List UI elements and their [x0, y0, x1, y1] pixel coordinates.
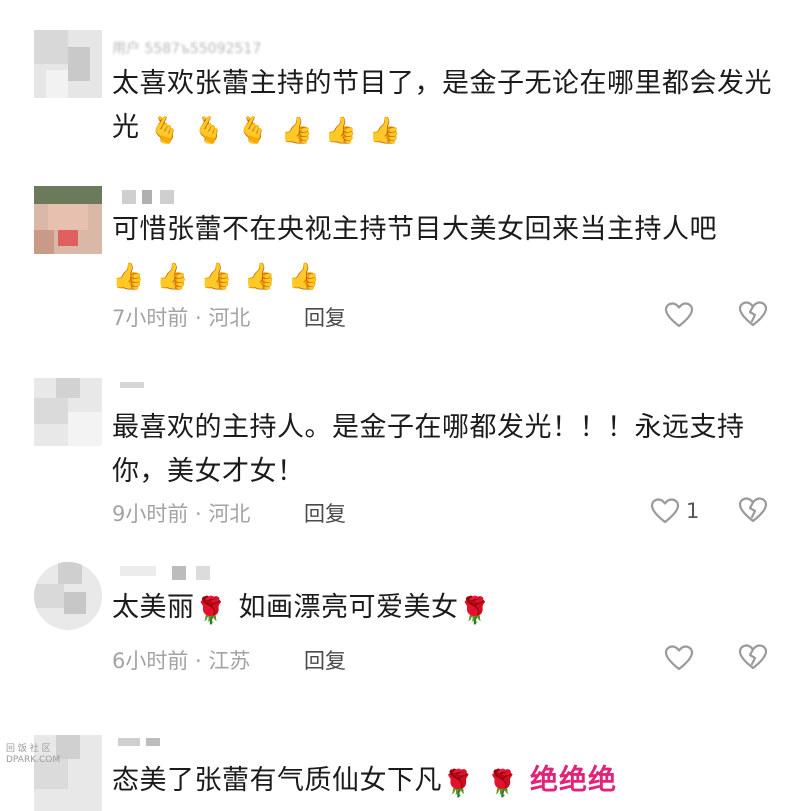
like-button[interactable]: 1	[650, 496, 710, 526]
highlight-text: 绝绝绝	[529, 763, 617, 796]
comment-text: 太喜欢张蕾主持的节目了，是金子无论在哪里都会发光 光 🫰 🫰 🫰 👍 👍 👍	[112, 68, 772, 146]
heart-outline-icon	[664, 645, 694, 671]
thumbs-up-icon: 👍	[368, 116, 402, 146]
comment-text: 态美了张蕾有气质仙女下凡🌹 🌹 绝绝绝	[112, 763, 617, 799]
comment-meta: 9小时前 · 河北	[112, 502, 251, 526]
comment-text: 最喜欢的主持人。是金子在哪都发光！！！永远支持你，美女才女！	[112, 412, 745, 487]
username[interactable]	[112, 738, 172, 758]
username[interactable]	[112, 566, 222, 586]
reply-button[interactable]: 回复	[304, 645, 346, 675]
watermark: 回 饭 社 区 DPARK.COM	[6, 744, 61, 765]
rose-icon: 🌹	[458, 596, 492, 626]
reply-button[interactable]: 回复	[304, 302, 346, 332]
broken-heart-icon	[738, 497, 768, 523]
like-button[interactable]	[664, 643, 724, 673]
dislike-button[interactable]	[738, 300, 770, 330]
thumbs-up-icon: 👍	[155, 262, 189, 292]
comment-meta: 7小时前 · 河北	[112, 306, 251, 330]
avatar[interactable]	[34, 186, 102, 254]
thumbs-up-icon: 👍	[287, 262, 321, 292]
username[interactable]: 用户 5587ъ55092517	[112, 38, 362, 58]
broken-heart-icon	[738, 301, 768, 327]
rose-icon: 🌹	[485, 769, 519, 799]
thumbs-up-icon: 👍	[199, 262, 233, 292]
comment-meta: 6小时前 · 江苏	[112, 649, 251, 673]
dislike-button[interactable]	[738, 643, 770, 673]
hands-heart-icon: 🫰	[192, 116, 226, 146]
dislike-button[interactable]	[738, 496, 770, 526]
like-count: 1	[686, 499, 700, 523]
avatar[interactable]	[34, 378, 102, 446]
thumbs-up-icon: 👍	[280, 116, 314, 146]
username[interactable]	[112, 382, 152, 402]
username[interactable]	[112, 190, 182, 210]
like-button[interactable]	[664, 300, 724, 330]
thumbs-up-icon: 👍	[324, 116, 358, 146]
rose-icon: 🌹	[194, 596, 228, 626]
avatar[interactable]	[34, 562, 102, 630]
rose-icon: 🌹	[442, 769, 475, 799]
heart-outline-icon	[664, 302, 694, 328]
broken-heart-icon	[738, 644, 768, 670]
avatar[interactable]	[34, 30, 102, 98]
heart-outline-icon	[650, 498, 680, 524]
comment-text: 可惜张蕾不在央视主持节目大美女回来当主持人吧 👍 👍 👍 👍 👍	[112, 214, 717, 292]
hands-heart-icon: 🫰	[148, 116, 182, 146]
thumbs-up-icon: 👍	[112, 262, 145, 292]
reply-button[interactable]: 回复	[304, 498, 346, 528]
hands-heart-icon: 🫰	[236, 116, 270, 146]
thumbs-up-icon: 👍	[243, 262, 277, 292]
comment-text: 太美丽🌹 如画漂亮可爱美女🌹	[112, 592, 492, 626]
